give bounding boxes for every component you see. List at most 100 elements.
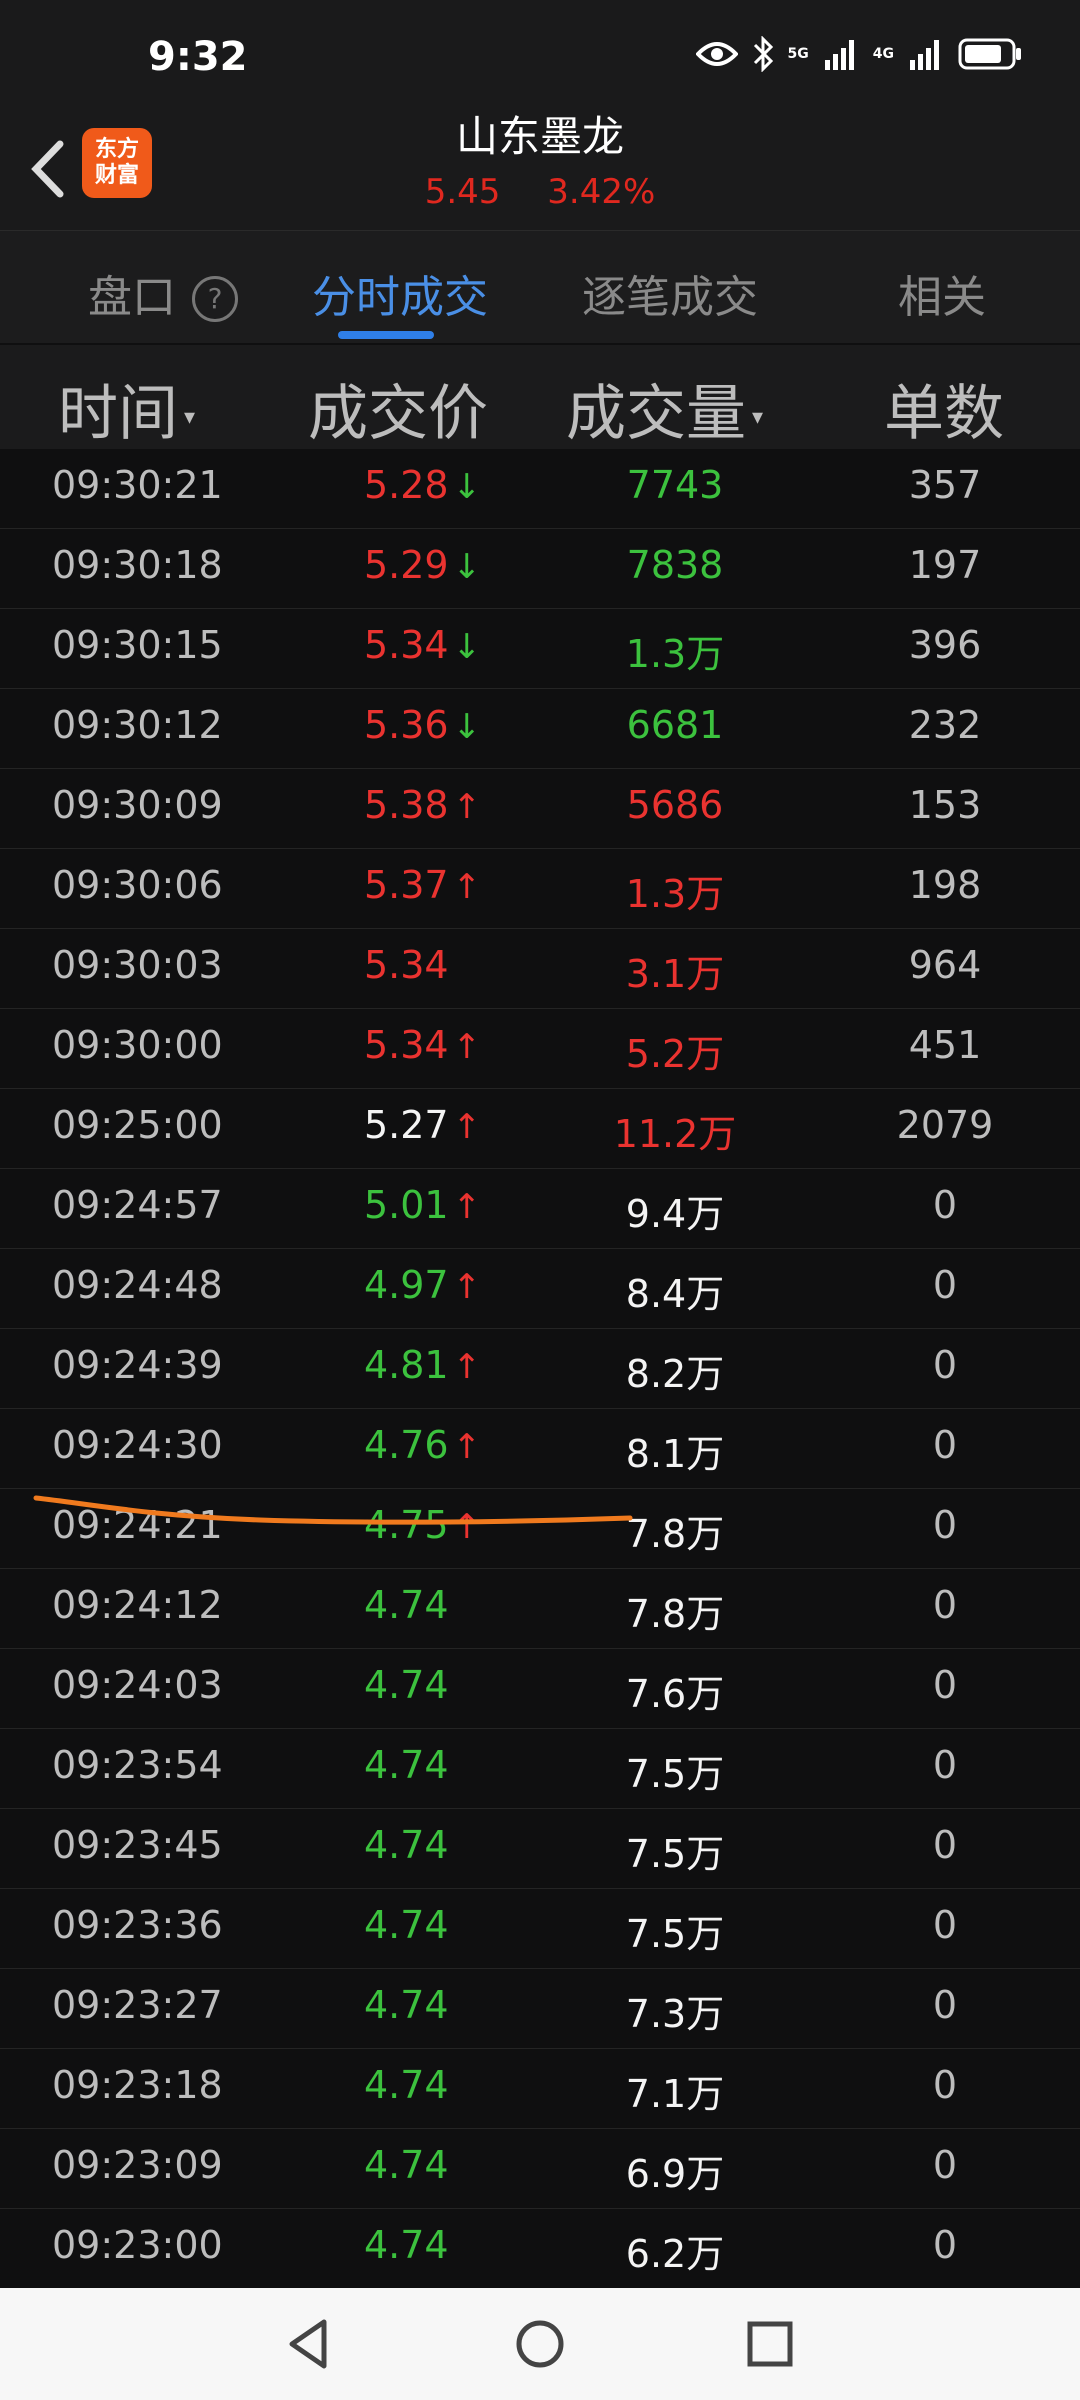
sort-caret-icon: ▾ (184, 404, 196, 430)
trade-price: 5.34 (364, 943, 453, 987)
trade-price-value: 5.34 (364, 623, 449, 667)
table-row[interactable]: 09:30:15 5.34 ↓ 1.3万 396 (0, 609, 1080, 689)
trade-time: 09:23:36 (52, 1903, 223, 1947)
trade-volume: 7743 (626, 463, 724, 507)
status-bar: 9:32 5G 4G (0, 0, 1080, 110)
trade-volume: 7.8万 (625, 1512, 725, 1556)
table-row[interactable]: 09:23:27 4.74 7.3万 0 (0, 1969, 1080, 2049)
table-row[interactable]: 09:24:48 4.97 ↑ 8.4万 0 (0, 1249, 1080, 1329)
table-row[interactable]: 09:24:30 4.76 ↑ 8.1万 0 (0, 1409, 1080, 1489)
table-row[interactable]: 09:25:00 5.27 ↑ 11.2万 2079 (0, 1089, 1080, 1169)
tab-time-trades[interactable]: 分时成交 (312, 261, 488, 325)
col-volume[interactable]: 成交量 ▾ (566, 365, 763, 452)
trade-time: 09:24:39 (52, 1343, 223, 1387)
table-row[interactable]: 09:23:09 4.74 6.9万 0 (0, 2129, 1080, 2209)
trade-time: 09:23:45 (52, 1823, 223, 1867)
table-row[interactable]: 09:30:21 5.28 ↓ 7743 357 (0, 449, 1080, 529)
trade-count: 0 (932, 1983, 958, 2027)
tab-time-trades-label: 分时成交 (312, 272, 488, 323)
trade-time: 09:24:21 (52, 1503, 223, 1547)
trade-count: 964 (908, 943, 982, 987)
table-row[interactable]: 09:30:06 5.37 ↑ 1.3万 198 (0, 849, 1080, 929)
network-5g-label: 5G (787, 46, 809, 62)
signal-icon (824, 40, 854, 70)
table-row[interactable]: 09:24:21 4.75 ↑ 7.8万 0 (0, 1489, 1080, 1569)
table-row[interactable]: 09:24:12 4.74 7.8万 0 (0, 1569, 1080, 1649)
trend-arrow-icon: ↑ (452, 1347, 482, 1387)
trade-price-value: 5.38 (364, 783, 449, 827)
table-row[interactable]: 09:30:12 5.36 ↓ 6681 232 (0, 689, 1080, 769)
trade-price-value: 4.74 (364, 1903, 449, 1947)
table-row[interactable]: 09:23:45 4.74 7.5万 0 (0, 1809, 1080, 1889)
trade-price-value: 4.74 (364, 1983, 449, 2027)
trade-volume: 7.5万 (625, 1832, 725, 1876)
trade-volume: 7.5万 (625, 1912, 725, 1956)
trade-count: 198 (908, 863, 982, 907)
trade-price-value: 5.01 (364, 1183, 449, 1227)
stock-price: 5.45 (424, 172, 501, 212)
tab-tick-trades-label: 逐笔成交 (582, 272, 758, 323)
table-row[interactable]: 09:24:03 4.74 7.6万 0 (0, 1649, 1080, 1729)
table-row[interactable]: 09:30:00 5.34 ↑ 5.2万 451 (0, 1009, 1080, 1089)
nav-back-icon[interactable] (284, 2316, 332, 2372)
trade-time: 09:23:27 (52, 1983, 223, 2027)
table-row[interactable]: 09:30:18 5.29 ↓ 7838 197 (0, 529, 1080, 609)
trade-volume: 7.8万 (625, 1592, 725, 1636)
system-nav-bar (0, 2288, 1080, 2400)
trade-time: 09:30:12 (52, 703, 223, 747)
trade-time: 09:24:12 (52, 1583, 223, 1627)
trade-price: 5.01 ↑ (364, 1183, 481, 1227)
trade-time: 09:24:03 (52, 1663, 223, 1707)
table-row[interactable]: 09:23:54 4.74 7.5万 0 (0, 1729, 1080, 1809)
trade-price-value: 4.75 (364, 1503, 449, 1547)
trend-arrow-icon: ↑ (452, 1187, 482, 1227)
trade-price: 5.37 ↑ (364, 863, 481, 907)
trade-volume: 8.1万 (625, 1432, 725, 1476)
table-row[interactable]: 09:30:09 5.38 ↑ 5686 153 (0, 769, 1080, 849)
nav-home-icon[interactable] (514, 2316, 566, 2372)
trade-count: 2079 (896, 1103, 994, 1147)
tab-tick-trades[interactable]: 逐笔成交 (582, 261, 758, 325)
tab-bar: 盘口? 分时成交 逐笔成交 相关 (0, 230, 1080, 343)
table-row[interactable]: 09:23:36 4.74 7.5万 0 (0, 1889, 1080, 1969)
trade-list[interactable]: 09:30:21 5.28 ↓ 7743 357 09:30:18 5.29 ↓ 7838 197… (0, 449, 1080, 2289)
trade-volume: 7.3万 (625, 1992, 725, 2036)
trade-time: 09:24:48 (52, 1263, 223, 1307)
trade-count: 0 (932, 2143, 958, 2187)
table-row[interactable]: 09:24:57 5.01 ↑ 9.4万 0 (0, 1169, 1080, 1249)
help-icon[interactable]: ? (192, 276, 238, 322)
trade-price-value: 4.74 (364, 2143, 449, 2187)
table-row[interactable]: 09:24:39 4.81 ↑ 8.2万 0 (0, 1329, 1080, 1409)
tab-related[interactable]: 相关 (898, 261, 986, 325)
stock-change-percent: 3.42% (547, 172, 656, 212)
trade-volume: 3.1万 (625, 952, 725, 996)
trade-volume: 1.3万 (625, 872, 725, 916)
trade-price: 4.74 (364, 2223, 453, 2267)
trade-volume: 6681 (626, 703, 724, 747)
trade-volume: 7838 (626, 543, 724, 587)
trade-price: 5.28 ↓ (364, 463, 481, 507)
trend-arrow-icon: ↓ (452, 467, 482, 507)
trade-count: 153 (908, 783, 982, 827)
trade-count: 0 (932, 2063, 958, 2107)
tab-pankou[interactable]: 盘口? (88, 261, 238, 325)
table-row[interactable]: 09:23:00 4.74 6.2万 0 (0, 2209, 1080, 2289)
trade-price: 5.34 ↑ (364, 1023, 481, 1067)
col-time[interactable]: 时间 ▾ (58, 365, 195, 452)
trend-arrow-icon: ↑ (452, 787, 482, 827)
eye-icon (695, 42, 738, 66)
trend-arrow-icon: ↑ (452, 1027, 482, 1067)
trade-price: 4.75 ↑ (364, 1503, 481, 1547)
trade-price-value: 4.74 (364, 2063, 449, 2107)
table-row[interactable]: 09:30:03 5.34 3.1万 964 (0, 929, 1080, 1009)
trend-arrow-icon: ↓ (452, 707, 482, 747)
trade-price-value: 5.37 (364, 863, 449, 907)
trade-time: 09:23:00 (52, 2223, 223, 2267)
trade-volume: 11.2万 (613, 1112, 737, 1156)
trade-price-value: 4.74 (364, 1583, 449, 1627)
trade-price-value: 5.36 (364, 703, 449, 747)
nav-recents-icon[interactable] (744, 2316, 796, 2372)
trend-arrow-icon: ↑ (452, 1427, 482, 1467)
table-row[interactable]: 09:23:18 4.74 7.1万 0 (0, 2049, 1080, 2129)
trade-count: 232 (908, 703, 982, 747)
